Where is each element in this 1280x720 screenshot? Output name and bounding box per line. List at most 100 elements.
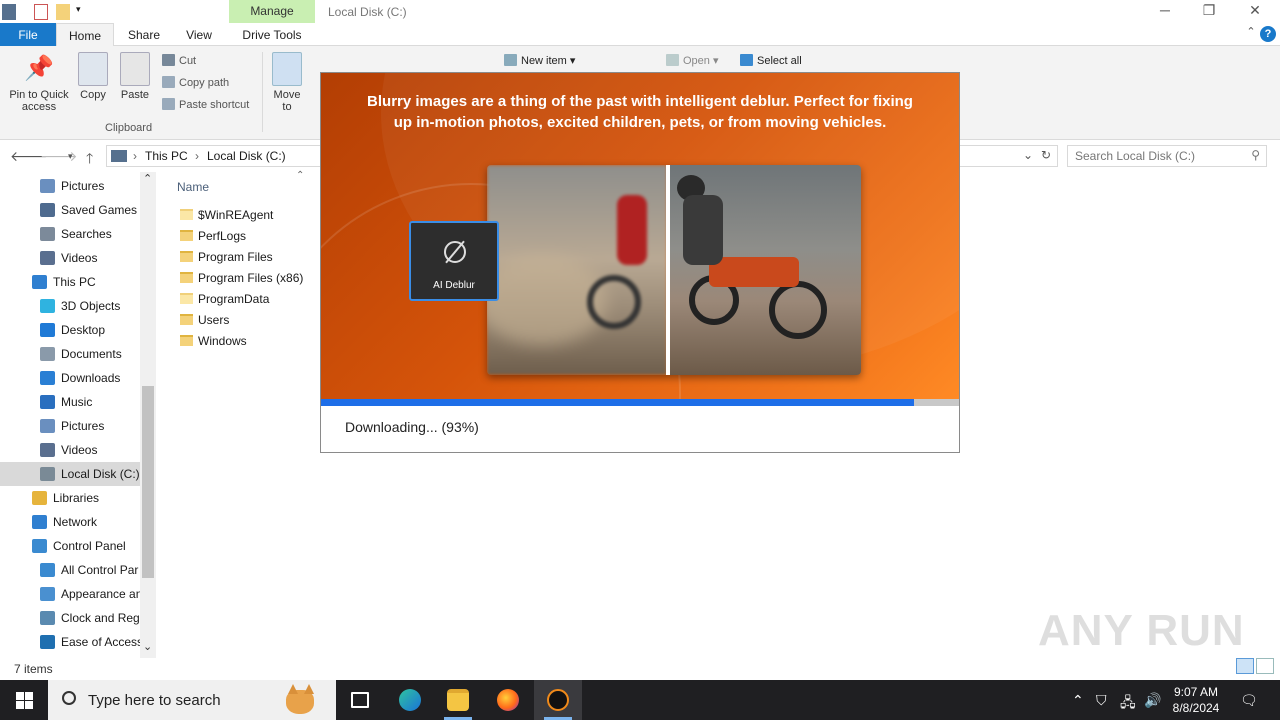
start-button[interactable] (0, 680, 48, 720)
maximize-button[interactable]: ❐ (1194, 2, 1224, 22)
nav-item[interactable]: Ease of Access (0, 630, 140, 654)
file-name: ProgramData (198, 292, 270, 306)
open-button[interactable]: Open ▾ (666, 52, 719, 70)
comparison-divider (666, 165, 670, 375)
details-view-icon[interactable] (1236, 658, 1254, 674)
nav-item[interactable]: Saved Games (0, 198, 140, 222)
clock-date: 8/8/2024 (1172, 701, 1220, 715)
nav-item[interactable]: 3D Objects (0, 294, 140, 318)
file-row[interactable]: PerfLogs (180, 226, 246, 247)
tab-share[interactable]: Share (120, 23, 168, 46)
volume-icon[interactable]: 🔊 (1144, 692, 1161, 709)
file-explorer-taskbar-button[interactable] (434, 680, 482, 720)
ai-deblur-card: AI Deblur (409, 221, 499, 301)
folder-icon (180, 230, 193, 241)
paste-button[interactable]: Paste (116, 52, 154, 101)
firefox-taskbar-button[interactable] (484, 680, 532, 720)
nav-item[interactable]: Local Disk (C:) (0, 462, 140, 486)
nav-item[interactable]: Music (0, 390, 140, 414)
up-button[interactable]: 🡑 (86, 148, 93, 172)
taskbar-clock[interactable]: 9:07 AM 8/8/2024 (1168, 684, 1224, 716)
recent-locations-button[interactable]: ▾ (68, 151, 73, 162)
select-all-button[interactable]: Select all (740, 52, 802, 70)
nav-item[interactable]: Network (0, 510, 140, 534)
file-row[interactable]: Program Files (x86) (180, 268, 303, 289)
crumb-this-pc[interactable]: This PC (145, 149, 188, 163)
file-row[interactable]: Windows (180, 331, 247, 352)
tab-view[interactable]: View (176, 23, 222, 46)
nav-item[interactable]: Libraries (0, 486, 140, 510)
customize-qat-icon[interactable]: ▾ (76, 4, 86, 20)
nav-item[interactable]: All Control Par (0, 558, 140, 582)
taskbar-search-box[interactable]: Type here to search (48, 680, 336, 720)
file-row[interactable]: $WinREAgent (180, 205, 273, 226)
copy-button[interactable]: Copy (74, 52, 112, 101)
show-hidden-icons[interactable]: ⌃ (1072, 692, 1084, 709)
nav-item[interactable]: Desktop (0, 318, 140, 342)
nav-item[interactable]: Documents (0, 342, 140, 366)
nav-item-label: Pictures (61, 419, 105, 433)
large-icons-view-icon[interactable] (1256, 658, 1274, 674)
nav-item[interactable]: Pictures (0, 174, 140, 198)
pin-icon: 📌 (24, 55, 54, 82)
nav-item[interactable]: Clock and Regi (0, 606, 140, 630)
paste-shortcut-icon (162, 98, 175, 110)
task-view-button[interactable] (336, 680, 384, 720)
nav-item[interactable]: Searches (0, 222, 140, 246)
crumb-local-disk[interactable]: Local Disk (C:) (207, 149, 286, 163)
download-status-text: Downloading... (93%) (345, 419, 479, 435)
nav-scroll-thumb[interactable] (142, 386, 154, 578)
close-button[interactable]: ✕ (1240, 2, 1270, 22)
nav-item-icon (40, 587, 55, 601)
cut-button[interactable]: Cut (162, 52, 196, 70)
notifications-icon[interactable]: 🗨 (1240, 692, 1258, 709)
column-header-name[interactable]: Name (177, 180, 209, 194)
refresh-icon[interactable]: ↻ (1041, 148, 1051, 162)
file-name: Program Files (x86) (198, 271, 304, 285)
nav-item-icon (40, 611, 55, 625)
pin-to-quick-access-button[interactable]: 📌 Pin to Quick access (4, 52, 74, 113)
tab-drive-tools[interactable]: Drive Tools (229, 23, 315, 46)
security-icon[interactable]: ⛉ (1096, 692, 1107, 709)
copy-path-button[interactable]: Copy path (162, 74, 229, 92)
tab-home[interactable]: Home (56, 23, 114, 47)
nav-item[interactable]: This PC (0, 270, 140, 294)
new-item-button[interactable]: New item ▾ (504, 52, 575, 70)
nav-item[interactable]: Downloads (0, 366, 140, 390)
help-icon[interactable]: ? (1260, 26, 1276, 42)
nav-scroll-down-arrow[interactable]: ⌄ (143, 640, 152, 653)
search-input[interactable]: Search Local Disk (C:) ⚲ (1067, 145, 1267, 167)
nav-item-label: All Control Par (61, 563, 139, 577)
nav-item[interactable]: Videos (0, 246, 140, 270)
address-dropdown-icon[interactable]: ⌄ (1023, 148, 1033, 162)
minimize-button[interactable]: ─ (1150, 2, 1180, 22)
task-view-icon (351, 692, 369, 708)
open-label: Open (683, 55, 710, 67)
nav-item-label: Desktop (61, 323, 106, 337)
nav-scroll-up-arrow[interactable]: ⌃ (143, 172, 152, 185)
properties-icon[interactable] (34, 4, 48, 20)
file-row[interactable]: Program Files (180, 247, 273, 268)
nav-item[interactable]: Videos (0, 438, 140, 462)
manage-contextual-tab[interactable]: Manage (229, 0, 315, 23)
file-name: PerfLogs (198, 229, 247, 243)
installer-taskbar-button[interactable] (534, 680, 582, 720)
file-row[interactable]: Users (180, 310, 229, 331)
nav-item-label: Local Disk (C:) (61, 467, 140, 481)
nav-item-label: Videos (61, 251, 98, 265)
windows-logo-icon (16, 701, 24, 709)
new-folder-icon[interactable] (56, 4, 70, 20)
file-row[interactable]: ProgramData (180, 289, 269, 310)
edge-taskbar-button[interactable] (386, 680, 434, 720)
nav-item-icon (40, 635, 55, 649)
tab-file[interactable]: File (0, 23, 56, 46)
crumb-separator: › (133, 149, 137, 163)
paste-shortcut-button[interactable]: Paste shortcut (162, 96, 249, 114)
network-icon[interactable]: 🖧 (1120, 692, 1136, 716)
nav-item-icon (40, 251, 55, 265)
nav-item[interactable]: Appearance an (0, 582, 140, 606)
file-name: Users (198, 313, 230, 327)
move-to-button[interactable]: Move to (268, 52, 306, 113)
nav-item[interactable]: Control Panel (0, 534, 140, 558)
nav-item[interactable]: Pictures (0, 414, 140, 438)
